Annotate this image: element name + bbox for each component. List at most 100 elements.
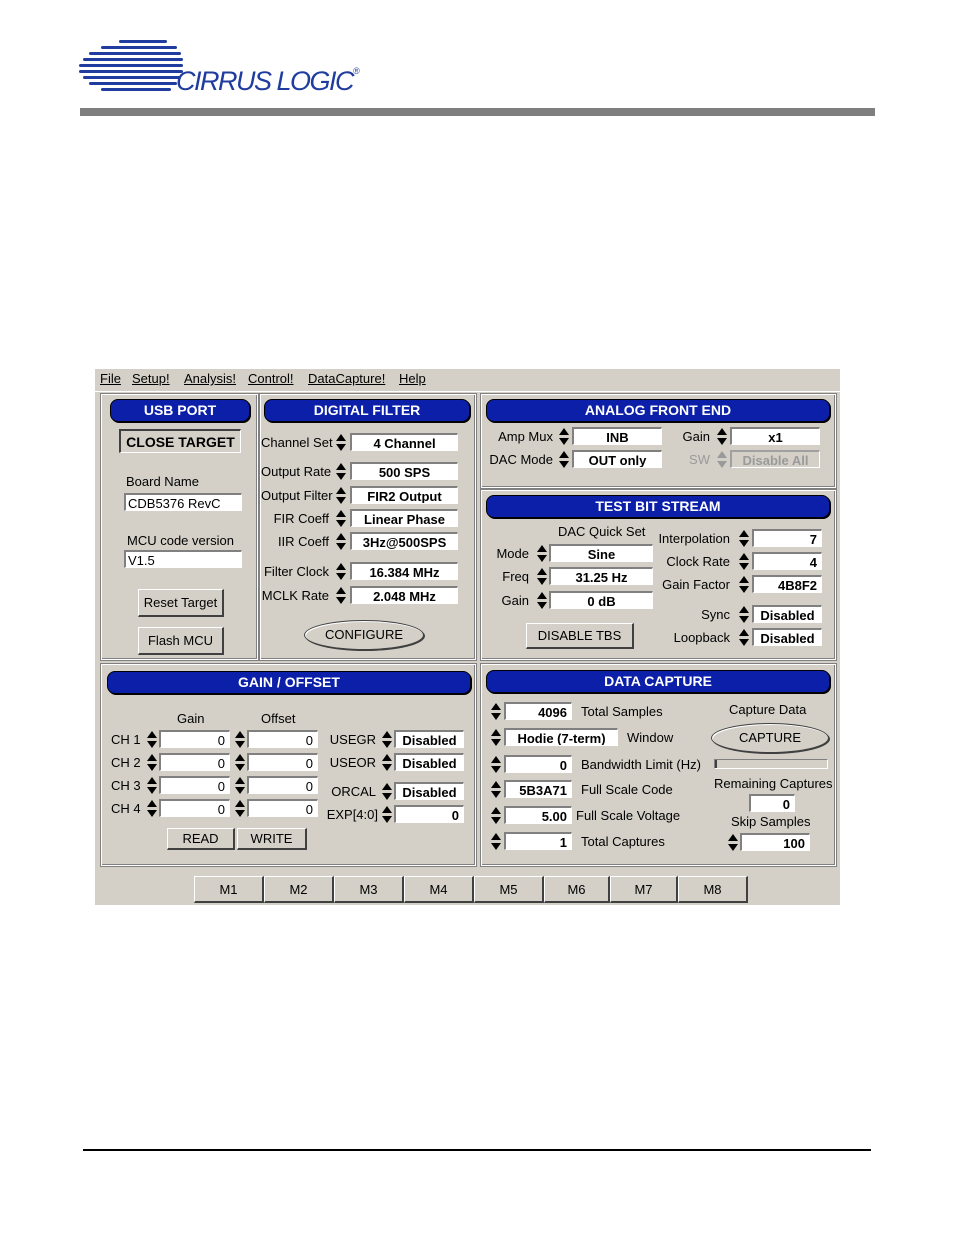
window-field[interactable]: Hodie (7-term)	[504, 728, 618, 746]
channel-set-spinner[interactable]	[335, 433, 346, 453]
mclk-rate-field[interactable]: 2.048 MHz	[350, 586, 458, 604]
useor-field[interactable]: Disabled	[394, 753, 464, 771]
amp-mux-field[interactable]: INB	[572, 427, 662, 445]
interpolation-field[interactable]: 7	[752, 529, 822, 547]
exp-field[interactable]: 0	[394, 805, 464, 823]
macro-button-m4[interactable]: M4	[404, 876, 474, 903]
macro-button-m6[interactable]: M6	[544, 876, 610, 903]
full-scale-voltage-field[interactable]: 5.00	[504, 806, 572, 824]
tbs-freq-field[interactable]: 31.25 Hz	[549, 567, 653, 585]
tbs-mode-field[interactable]: Sine	[549, 544, 653, 562]
fir-coeff-spinner[interactable]	[335, 509, 346, 529]
close-target-button[interactable]: CLOSE TARGET	[119, 429, 241, 453]
clock-rate-field[interactable]: 4	[752, 552, 822, 570]
total-samples-field[interactable]: 4096	[504, 702, 572, 720]
macro-button-m3[interactable]: M3	[334, 876, 404, 903]
ch4-gain-spinner[interactable]	[146, 799, 157, 819]
menu-file[interactable]: File	[100, 371, 121, 386]
output-rate-spinner[interactable]	[335, 462, 346, 482]
disable-tbs-button[interactable]: DISABLE TBS	[526, 623, 634, 649]
clock-rate-spinner[interactable]	[738, 552, 749, 572]
macro-button-m1[interactable]: M1	[194, 876, 264, 903]
fir-coeff-field[interactable]: Linear Phase	[350, 509, 458, 527]
ch2-offset-spinner[interactable]	[234, 753, 245, 773]
filter-clock-label: Filter Clock	[263, 564, 329, 579]
dac-mode-spinner[interactable]	[558, 450, 569, 470]
output-rate-field[interactable]: 500 SPS	[350, 462, 458, 480]
interpolation-spinner[interactable]	[738, 529, 749, 549]
channel-set-label: Channel Set	[261, 435, 333, 450]
ch2-gain-field[interactable]: 0	[159, 753, 230, 771]
macro-button-m8[interactable]: M8	[678, 876, 748, 903]
sync-field[interactable]: Disabled	[752, 605, 822, 623]
sync-spinner[interactable]	[738, 605, 749, 625]
gain-factor-field[interactable]: 4B8F2	[752, 575, 822, 593]
iir-coeff-spinner[interactable]	[335, 532, 346, 552]
ch1-offset-spinner[interactable]	[234, 730, 245, 750]
tbs-freq-spinner[interactable]	[536, 567, 547, 587]
amp-mux-spinner[interactable]	[558, 427, 569, 447]
orcal-spinner[interactable]	[381, 782, 392, 802]
reset-target-button[interactable]: Reset Target	[138, 589, 224, 617]
ch4-offset-field[interactable]: 0	[247, 799, 318, 817]
loopback-spinner[interactable]	[738, 628, 749, 648]
menu-control[interactable]: Control!	[248, 371, 294, 386]
ch3-gain-spinner[interactable]	[146, 776, 157, 796]
orcal-field[interactable]: Disabled	[394, 782, 464, 800]
ch1-gain-spinner[interactable]	[146, 730, 157, 750]
ch3-offset-field[interactable]: 0	[247, 776, 318, 794]
tbs-mode-spinner[interactable]	[536, 544, 547, 564]
ch2-offset-field[interactable]: 0	[247, 753, 318, 771]
usegr-spinner[interactable]	[381, 730, 392, 750]
dac-mode-field[interactable]: OUT only	[572, 450, 662, 468]
macro-button-m2[interactable]: M2	[264, 876, 334, 903]
total-captures-spinner[interactable]	[490, 832, 501, 852]
macro-button-m5[interactable]: M5	[474, 876, 544, 903]
mclk-rate-spinner[interactable]	[335, 586, 346, 606]
bandwidth-limit-spinner[interactable]	[490, 755, 501, 775]
ch4-gain-field[interactable]: 0	[159, 799, 230, 817]
full-scale-code-field[interactable]: 5B3A71	[504, 780, 572, 798]
macro-button-m7[interactable]: M7	[610, 876, 678, 903]
board-name-field[interactable]: CDB5376 RevC	[124, 493, 242, 511]
ch2-gain-spinner[interactable]	[146, 753, 157, 773]
output-filter-field[interactable]: FIR2 Output	[350, 486, 458, 504]
afe-gain-spinner[interactable]	[716, 427, 727, 447]
read-button[interactable]: READ	[167, 828, 235, 850]
loopback-field[interactable]: Disabled	[752, 628, 822, 646]
configure-button[interactable]: CONFIGURE	[304, 620, 424, 650]
full-scale-code-spinner[interactable]	[490, 780, 501, 800]
filter-clock-field[interactable]: 16.384 MHz	[350, 562, 458, 580]
menu-analysis[interactable]: Analysis!	[184, 371, 236, 386]
tbs-gain-spinner[interactable]	[536, 591, 547, 611]
tbs-gain-field[interactable]: 0 dB	[549, 591, 653, 609]
full-scale-voltage-spinner[interactable]	[490, 806, 501, 826]
flash-mcu-button[interactable]: Flash MCU	[138, 627, 224, 655]
iir-coeff-field[interactable]: 3Hz@500SPS	[350, 532, 458, 550]
total-captures-field[interactable]: 1	[504, 832, 572, 850]
ch1-gain-field[interactable]: 0	[159, 730, 230, 748]
output-filter-spinner[interactable]	[335, 486, 346, 506]
useor-spinner[interactable]	[381, 753, 392, 773]
menu-setup[interactable]: Setup!	[132, 371, 170, 386]
ch4-offset-spinner[interactable]	[234, 799, 245, 819]
usegr-field[interactable]: Disabled	[394, 730, 464, 748]
exp-spinner[interactable]	[381, 805, 392, 825]
channel-set-field[interactable]: 4 Channel	[350, 433, 458, 451]
filter-clock-spinner[interactable]	[335, 562, 346, 582]
ch3-gain-field[interactable]: 0	[159, 776, 230, 794]
total-samples-spinner[interactable]	[490, 702, 501, 722]
menu-datacapture[interactable]: DataCapture!	[308, 371, 385, 386]
mcu-version-field[interactable]: V1.5	[124, 550, 242, 568]
ch3-offset-spinner[interactable]	[234, 776, 245, 796]
gain-factor-spinner[interactable]	[738, 575, 749, 595]
bandwidth-limit-field[interactable]: 0	[504, 755, 572, 773]
afe-gain-field[interactable]: x1	[730, 427, 820, 445]
write-button[interactable]: WRITE	[237, 828, 307, 850]
skip-samples-spinner[interactable]	[727, 833, 738, 853]
ch1-offset-field[interactable]: 0	[247, 730, 318, 748]
menu-help[interactable]: Help	[399, 371, 426, 386]
capture-button[interactable]: CAPTURE	[711, 723, 829, 753]
skip-samples-field[interactable]: 100	[740, 833, 810, 851]
window-spinner[interactable]	[490, 728, 501, 748]
